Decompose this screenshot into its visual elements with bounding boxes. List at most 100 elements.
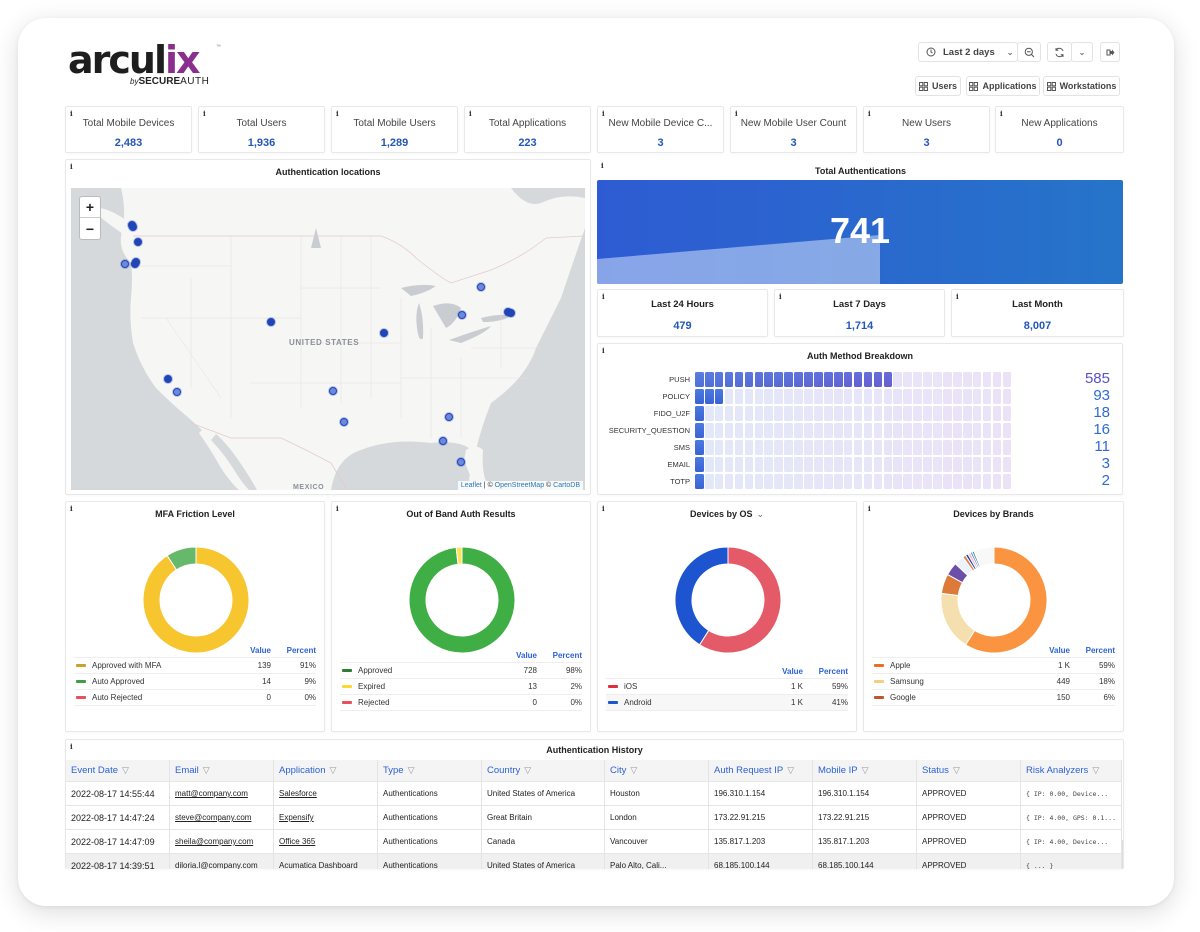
application-link[interactable]: Expensify — [279, 813, 314, 822]
legend-row[interactable]: Expired 13 2% — [340, 679, 582, 695]
column-header[interactable]: Event Date ▽ — [66, 760, 170, 781]
column-header[interactable]: Type ▽ — [378, 760, 482, 781]
legend-row[interactable]: Auto Approved 14 9% — [74, 674, 316, 690]
map-marker-oregon-coast[interactable] — [121, 259, 130, 268]
column-header[interactable]: Country ▽ — [482, 760, 605, 781]
legend-row[interactable]: Google 150 6% — [872, 690, 1115, 706]
column-header[interactable]: Status ▽ — [917, 760, 1021, 781]
waffle-cell-empty — [873, 406, 883, 421]
waffle-cell-empty — [804, 389, 813, 404]
info-icon[interactable]: i — [868, 109, 871, 118]
refresh-interval-dropdown[interactable]: ⌄ — [1071, 42, 1093, 62]
refresh-button[interactable] — [1047, 42, 1072, 62]
legend-percent-header[interactable]: Percent — [803, 667, 848, 676]
column-header[interactable]: City ▽ — [605, 760, 709, 781]
zoom-out-button[interactable] — [1017, 42, 1041, 62]
legend-row[interactable]: iOS 1 K 59% — [606, 679, 848, 695]
table-row[interactable]: 2022-08-17 14:39:51 diloria.l@company.com… — [66, 854, 1122, 869]
table-scrollbar[interactable] — [1122, 840, 1123, 869]
info-icon[interactable]: i — [203, 109, 206, 118]
legend-row[interactable]: Auto Rejected 0 0% — [74, 690, 316, 706]
map-marker-houston[interactable] — [340, 417, 349, 426]
waffle-cell-filled — [695, 406, 704, 421]
table-cell[interactable]: diloria.l@company.com — [170, 854, 274, 869]
email-link[interactable]: sheila@company.com — [175, 837, 253, 846]
filter-icon[interactable]: ▽ — [329, 765, 336, 776]
dashboard-link-workstations[interactable]: Workstations — [1043, 76, 1120, 96]
legend-row[interactable]: Approved with MFA 139 91% — [74, 658, 316, 674]
column-header[interactable]: Application ▽ — [274, 760, 378, 781]
legend-value-header[interactable]: Value — [497, 651, 537, 660]
email-link[interactable]: steve@company.com — [175, 813, 251, 822]
filter-icon[interactable]: ▽ — [122, 765, 129, 776]
legend-value-header[interactable]: Value — [763, 667, 803, 676]
time-range-picker[interactable]: Last 2 days ⌄ — [918, 42, 1018, 62]
legend-row[interactable]: Apple 1 K 59% — [872, 658, 1115, 674]
filter-icon[interactable]: ▽ — [862, 765, 869, 776]
mobile-ip: 173.22.91.215 — [818, 813, 870, 822]
info-icon[interactable]: i — [602, 109, 605, 118]
map-zoom-in-button[interactable]: + — [80, 197, 100, 218]
column-header[interactable]: Auth Request IP ▽ — [709, 760, 813, 781]
table-cell[interactable]: Salesforce — [274, 782, 378, 805]
dashboard-link-applications[interactable]: Applications — [966, 76, 1040, 96]
application-link[interactable]: Salesforce — [279, 789, 317, 798]
info-icon[interactable]: i — [70, 109, 73, 118]
logout-button[interactable] — [1100, 42, 1120, 62]
filter-icon[interactable]: ▽ — [1092, 765, 1099, 776]
legend-row[interactable]: Samsung 449 18% — [872, 674, 1115, 690]
email-link[interactable]: diloria.l@company.com — [175, 861, 258, 869]
legend-value-header[interactable]: Value — [231, 646, 271, 655]
application-link[interactable]: Acumatica Dashboard — [279, 861, 358, 869]
column-header[interactable]: Risk Analyzers ▽ — [1021, 760, 1122, 781]
info-icon[interactable]: i — [1000, 109, 1003, 118]
map-marker-tampa[interactable] — [439, 436, 448, 445]
legend-row[interactable]: Approved 728 98% — [340, 663, 582, 679]
donut-slice-android[interactable] — [674, 546, 729, 646]
application-link[interactable]: Office 365 — [279, 837, 315, 846]
donut-slice-samsung[interactable] — [940, 592, 976, 646]
legend-percent-header[interactable]: Percent — [1070, 646, 1115, 655]
table-cell[interactable]: steve@company.com — [170, 806, 274, 829]
map-marker-miami[interactable] — [456, 457, 465, 466]
table-cell[interactable]: sheila@company.com — [170, 830, 274, 853]
table-cell[interactable]: Office 365 — [274, 830, 378, 853]
info-icon[interactable]: i — [469, 109, 472, 118]
legend-value: 0 — [266, 693, 271, 702]
column-header[interactable]: Mobile IP ▽ — [813, 760, 917, 781]
table-cell[interactable]: Acumatica Dashboard — [274, 854, 378, 869]
table-cell[interactable]: matt@company.com — [170, 782, 274, 805]
table-row[interactable]: 2022-08-17 14:47:09 sheila@company.com Off… — [66, 830, 1122, 854]
filter-icon[interactable]: ▽ — [787, 765, 794, 776]
info-icon[interactable]: i — [735, 109, 738, 118]
leaflet-link[interactable]: Leaflet — [461, 482, 482, 489]
legend-item: Rejected — [340, 698, 497, 707]
filter-icon[interactable]: ▽ — [203, 765, 210, 776]
table-row[interactable]: 2022-08-17 14:55:44 matt@company.com Sales… — [66, 782, 1122, 806]
map-marker-jacksonville[interactable] — [445, 412, 454, 421]
filter-icon[interactable]: ▽ — [630, 765, 637, 776]
legend-percent-header[interactable]: Percent — [271, 646, 316, 655]
cartodb-link[interactable]: CartoDB — [553, 482, 580, 489]
info-icon[interactable]: i — [336, 109, 339, 118]
map-zoom-out-button[interactable]: − — [80, 218, 100, 239]
email-link[interactable]: matt@company.com — [175, 789, 248, 798]
waffle-cell-empty — [923, 389, 932, 404]
map-marker-rochester[interactable] — [476, 282, 485, 291]
table-row[interactable]: 2022-08-17 14:47:24 steve@company.com Expe… — [66, 806, 1122, 830]
table-cell[interactable]: Expensify — [274, 806, 378, 829]
legend-row[interactable]: Android 1 K 41% — [606, 695, 848, 711]
map-marker-st-louis[interactable] — [380, 328, 388, 337]
waffle-cell-empty — [982, 423, 992, 438]
city: Palo Alto, Cali... — [610, 861, 667, 869]
filter-icon[interactable]: ▽ — [408, 765, 415, 776]
filter-icon[interactable]: ▽ — [953, 765, 960, 776]
legend-percent-header[interactable]: Percent — [537, 651, 582, 660]
filter-icon[interactable]: ▽ — [524, 765, 531, 776]
map-view[interactable]: UNITED STATES MEXICO + − Leaflet | © Ope… — [71, 188, 585, 490]
openstreetmap-link[interactable]: OpenStreetMap — [495, 482, 544, 489]
dashboard-link-users[interactable]: Users — [915, 76, 961, 96]
column-header[interactable]: Email ▽ — [170, 760, 274, 781]
legend-value-header[interactable]: Value — [1030, 646, 1070, 655]
legend-row[interactable]: Rejected 0 0% — [340, 695, 582, 711]
